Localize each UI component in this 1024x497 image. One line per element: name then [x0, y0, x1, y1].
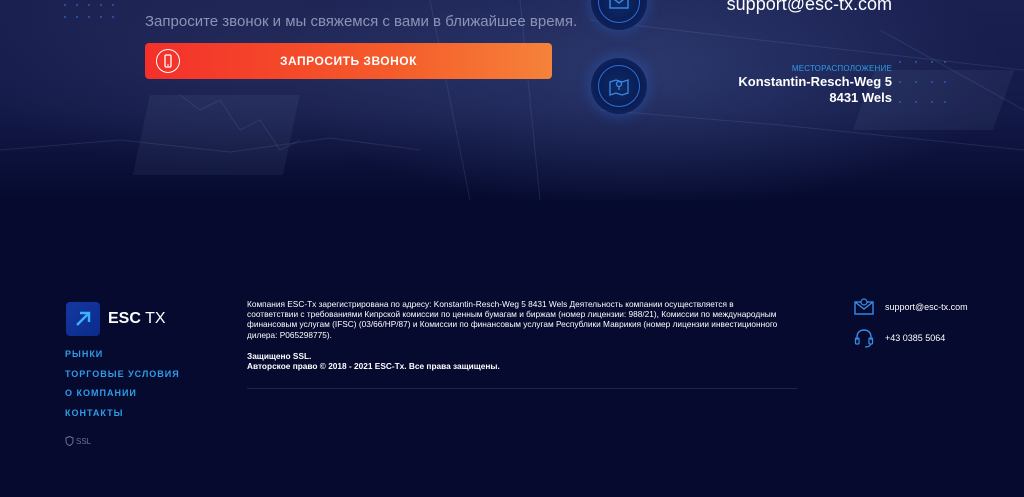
footer-email: support@esc-tx.com	[885, 302, 968, 312]
footer-divider	[247, 388, 797, 389]
request-call-label: ЗАПРОСИТЬ ЗВОНОК	[280, 54, 417, 68]
logo-mark	[66, 302, 100, 336]
ssl-badge: SSL	[65, 436, 91, 446]
ssl-protected-text: Защищено SSL.	[247, 351, 312, 361]
footer-nav: РЫНКИ ТОРГОВЫЕ УСЛОВИЯ О КОМПАНИИ КОНТАК…	[65, 349, 180, 427]
phone-icon	[156, 49, 180, 73]
address-line-2: 8431 Wels	[829, 90, 892, 105]
decorative-dots-left	[64, 4, 114, 18]
footer-logo[interactable]: ESC TX	[66, 302, 166, 336]
location-label: МЕСТОРАСПОЛОЖЕНИЕ	[791, 64, 892, 73]
map-pin-icon	[609, 79, 629, 96]
footer-phone: +43 0385 5064	[885, 333, 946, 343]
copyright-text: Авторское право © 2018 - 2021 ESC-Tx. Вс…	[247, 361, 500, 371]
decorative-dots-right	[899, 61, 946, 103]
copyright-block: Защищено SSL. Авторское право © 2018 - 2…	[247, 351, 500, 371]
footer-nav-about[interactable]: О КОМПАНИИ	[65, 388, 180, 408]
ssl-label: SSL	[76, 436, 92, 446]
legal-text: Компания ESC-Tx зарегистрирована по адре…	[247, 299, 778, 340]
contact-hero: Запросите звонок и мы свяжемся с вами в …	[0, 0, 1024, 200]
hero-subtitle: Запросите звонок и мы свяжемся с вами в …	[145, 13, 578, 30]
location-circle	[591, 58, 647, 114]
shield-icon	[65, 436, 74, 446]
headset-icon	[854, 329, 874, 348]
hero-email[interactable]: support@esc-tx.com	[727, 0, 892, 15]
footer-phone-contact[interactable]: +43 0385 5064	[853, 327, 945, 349]
footer-nav-markets[interactable]: РЫНКИ	[65, 349, 180, 369]
mail-icon	[854, 298, 874, 315]
address-line-1: Konstantin-Resch-Weg 5	[738, 74, 892, 89]
footer-nav-trading-conditions[interactable]: ТОРГОВЫЕ УСЛОВИЯ	[65, 369, 180, 389]
request-call-button[interactable]: ЗАПРОСИТЬ ЗВОНОК	[145, 43, 552, 79]
logo-wordmark: ESC TX	[108, 310, 166, 327]
mail-icon	[609, 0, 629, 9]
footer-nav-contacts[interactable]: КОНТАКТЫ	[65, 408, 180, 428]
footer-email-contact[interactable]: support@esc-tx.com	[853, 296, 968, 318]
arrow-up-right-icon	[76, 311, 91, 326]
